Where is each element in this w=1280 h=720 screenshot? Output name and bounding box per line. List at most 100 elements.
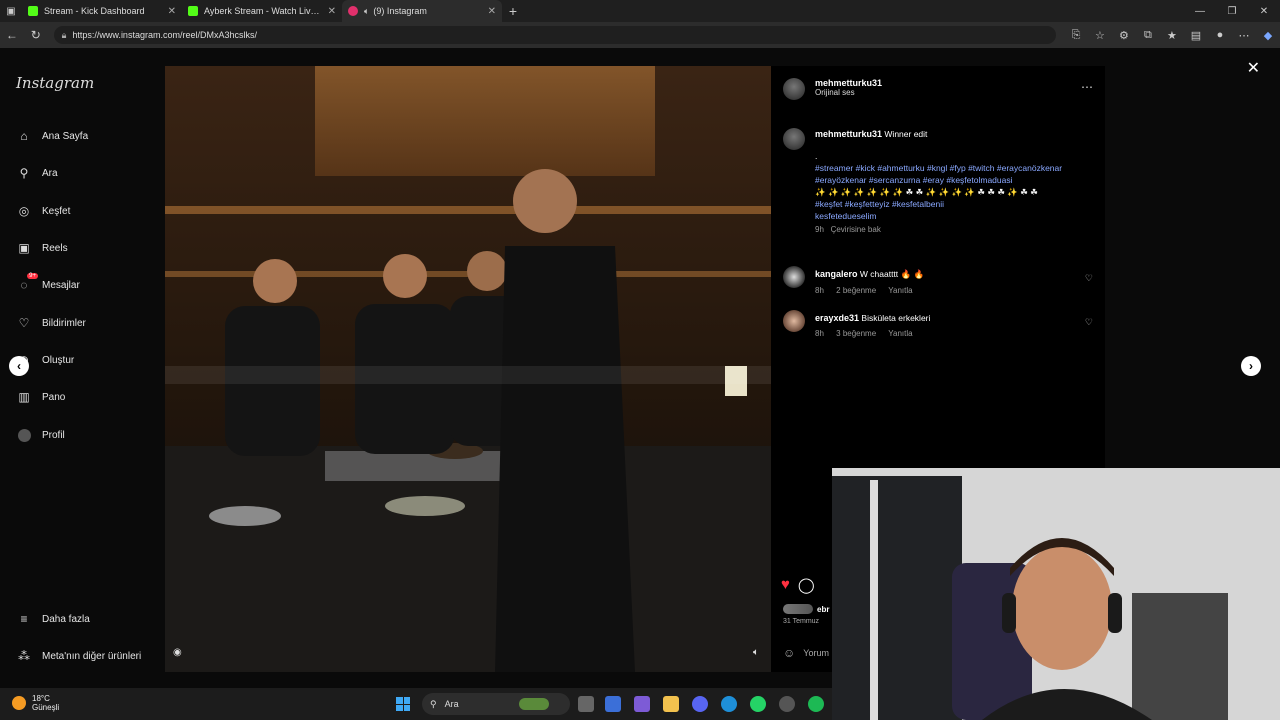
close-window-icon[interactable]: ✕ xyxy=(1248,0,1280,22)
spotify-icon[interactable] xyxy=(808,696,824,712)
sidebar-item-home[interactable]: ⌂ Ana Sayfa xyxy=(16,126,88,146)
kick-icon xyxy=(188,6,198,16)
sidebar-item-reels[interactable]: ▣ Reels xyxy=(16,238,67,258)
more-options-icon[interactable]: ⋯ xyxy=(1081,80,1093,94)
close-tab-icon[interactable]: ✕ xyxy=(488,6,496,17)
close-icon[interactable]: ✕ xyxy=(1247,58,1260,78)
avatar[interactable] xyxy=(783,266,805,288)
more-button[interactable]: ≡ Daha fazla xyxy=(16,609,89,629)
weather-widget[interactable]: 18°C Güneşli xyxy=(12,694,59,712)
comment-username[interactable]: erayxde31 xyxy=(815,313,859,323)
comment-like-icon[interactable]: ♡ xyxy=(1085,273,1093,284)
file-explorer-icon[interactable] xyxy=(663,696,679,712)
menu-icon: ≡ xyxy=(20,612,28,626)
caption-dot: . xyxy=(815,151,818,161)
collections-icon[interactable]: ▤ xyxy=(1184,29,1208,42)
more-menu-icon[interactable]: ⋯ xyxy=(1232,29,1256,42)
comment-likes[interactable]: 2 beğenme xyxy=(836,286,876,295)
avatar-icon xyxy=(16,427,32,443)
sidebar-item-explore[interactable]: ◎ Keşfet xyxy=(16,201,71,221)
close-tab-icon[interactable]: ✕ xyxy=(168,6,176,17)
tab-kick-watch[interactable]: Ayberk Stream - Watch Live on Ki ✕ xyxy=(182,0,342,22)
store-icon[interactable] xyxy=(605,696,621,712)
minimize-icon[interactable]: — xyxy=(1184,0,1216,22)
post-header: mehmetturku31 Orijinal ses xyxy=(815,78,882,97)
sidebar-item-notifications[interactable]: ♡ Bildirimler xyxy=(16,313,86,333)
caption-text: Winner edit xyxy=(884,129,928,139)
restore-icon[interactable]: ❐ xyxy=(1216,0,1248,22)
mute-icon[interactable]: 🔈︎ xyxy=(753,647,759,658)
read-aloud-icon[interactable]: ⎘ xyxy=(1064,29,1088,42)
window-controls: — ❐ ✕ xyxy=(1184,0,1280,22)
copilot-app-icon[interactable] xyxy=(634,696,650,712)
avatar[interactable] xyxy=(783,128,805,150)
webcam-image xyxy=(832,468,1280,720)
sidebar-item-dashboard[interactable]: ▥ Pano xyxy=(16,387,65,407)
extensions-icon[interactable]: ⚙ xyxy=(1112,29,1136,42)
comment-like-icon[interactable]: ♡ xyxy=(1085,317,1093,328)
browser-toolbar: ⎘ ☆ ⚙ ⧉ ★ ▤ ● ⋯ ◆ xyxy=(1064,29,1280,42)
translate-link[interactable]: Çevirisine bak xyxy=(831,225,881,234)
task-view-icon[interactable] xyxy=(578,696,594,712)
comment-input[interactable]: ☺ Yorum xyxy=(783,646,829,660)
comment-item: kangalero W chaatttt 🔥 🔥 8h 2 beğenme Ya… xyxy=(815,269,1085,295)
instagram-logo[interactable]: Instagram xyxy=(16,74,94,92)
favorites-icon[interactable]: ★ xyxy=(1160,29,1184,42)
previous-arrow-icon[interactable]: ‹ xyxy=(9,356,29,376)
back-icon[interactable]: ← xyxy=(0,28,24,42)
post-actions: ♥ ◯ xyxy=(781,576,815,594)
search-icon: ⚲ xyxy=(430,698,437,709)
tab-kick-dashboard[interactable]: Stream - Kick Dashboard ✕ xyxy=(22,0,182,22)
like-heart-icon[interactable]: ♥ xyxy=(781,576,790,594)
tab-actions-icon[interactable]: ▣ xyxy=(0,0,22,22)
steam-icon[interactable] xyxy=(779,696,795,712)
reel-video[interactable]: ◉ 🔈︎ xyxy=(165,66,771,672)
sun-icon xyxy=(12,696,26,710)
comment-bubble-icon[interactable]: ◯ xyxy=(798,576,815,594)
caption-hashtags[interactable]: #streamer #kick #ahmetturku #kngl #fyp #… xyxy=(815,162,1095,186)
comment-time: 8h xyxy=(815,286,824,295)
whatsapp-icon[interactable] xyxy=(750,696,766,712)
tagged-user-icon[interactable]: ◉ xyxy=(173,647,182,658)
split-screen-icon[interactable]: ⧉ xyxy=(1136,29,1160,42)
emoji-icon[interactable]: ☺ xyxy=(783,646,795,660)
sidebar-item-search[interactable]: ⚲ Ara xyxy=(16,163,58,183)
tab-instagram[interactable]: 🔈︎ (9) Instagram ✕ xyxy=(342,0,502,22)
caption-hashtags-2[interactable]: #keşfet #keşfetteyiz #kesfetalbenii xyxy=(815,198,1095,210)
caption-hashtags-3[interactable]: kesfetedueselim xyxy=(815,210,1095,222)
audio-label[interactable]: Orijinal ses xyxy=(815,88,882,97)
reply-button[interactable]: Yanıtla xyxy=(888,329,912,338)
discord-icon[interactable] xyxy=(692,696,708,712)
profile-icon[interactable]: ● xyxy=(1208,29,1232,42)
url-field[interactable]: 🔒︎ https://www.instagram.com/reel/DMxA3h… xyxy=(53,26,1056,44)
sidebar-item-messages[interactable]: ◌ 9+ Mesajlar xyxy=(16,273,80,295)
edge-icon[interactable] xyxy=(721,696,737,712)
favorite-star-icon[interactable]: ☆ xyxy=(1088,29,1112,42)
windows-start-icon[interactable] xyxy=(396,697,410,711)
next-arrow-icon[interactable]: › xyxy=(1241,356,1261,376)
refresh-icon[interactable]: ↻ xyxy=(24,28,48,42)
new-tab-button[interactable]: + xyxy=(502,3,524,19)
copilot-icon[interactable]: ◆ xyxy=(1256,29,1280,42)
avatar[interactable] xyxy=(783,310,805,332)
avatar[interactable] xyxy=(783,78,805,100)
comment-likes[interactable]: 3 beğenme xyxy=(836,329,876,338)
speaker-icon[interactable]: 🔈︎ xyxy=(364,6,369,17)
close-tab-icon[interactable]: ✕ xyxy=(328,6,336,17)
video-frame-image xyxy=(165,66,771,672)
webcam-overlay xyxy=(832,468,1280,720)
comment-text: Biskületa erkekleri xyxy=(861,313,931,323)
heart-icon: ♡ xyxy=(18,316,30,330)
author-username[interactable]: mehmetturku31 xyxy=(815,78,882,88)
sidebar-item-profile[interactable]: Profil xyxy=(16,425,65,445)
comment-item: erayxde31 Biskületa erkekleri 8h 3 beğen… xyxy=(815,313,1085,338)
caption-username[interactable]: mehmetturku31 xyxy=(815,129,882,139)
meta-products-button[interactable]: ⁂ Meta'nın diğer ürünleri xyxy=(16,646,141,666)
comment-username[interactable]: kangalero xyxy=(815,269,858,279)
liked-by[interactable]: ebr xyxy=(783,604,829,614)
liker-avatars xyxy=(783,604,813,614)
home-icon: ⌂ xyxy=(20,129,28,143)
post-caption: mehmetturku31 Winner edit . #streamer #k… xyxy=(815,128,1095,236)
taskbar-search[interactable]: ⚲ Ara xyxy=(422,693,570,715)
reply-button[interactable]: Yanıtla xyxy=(888,286,912,295)
